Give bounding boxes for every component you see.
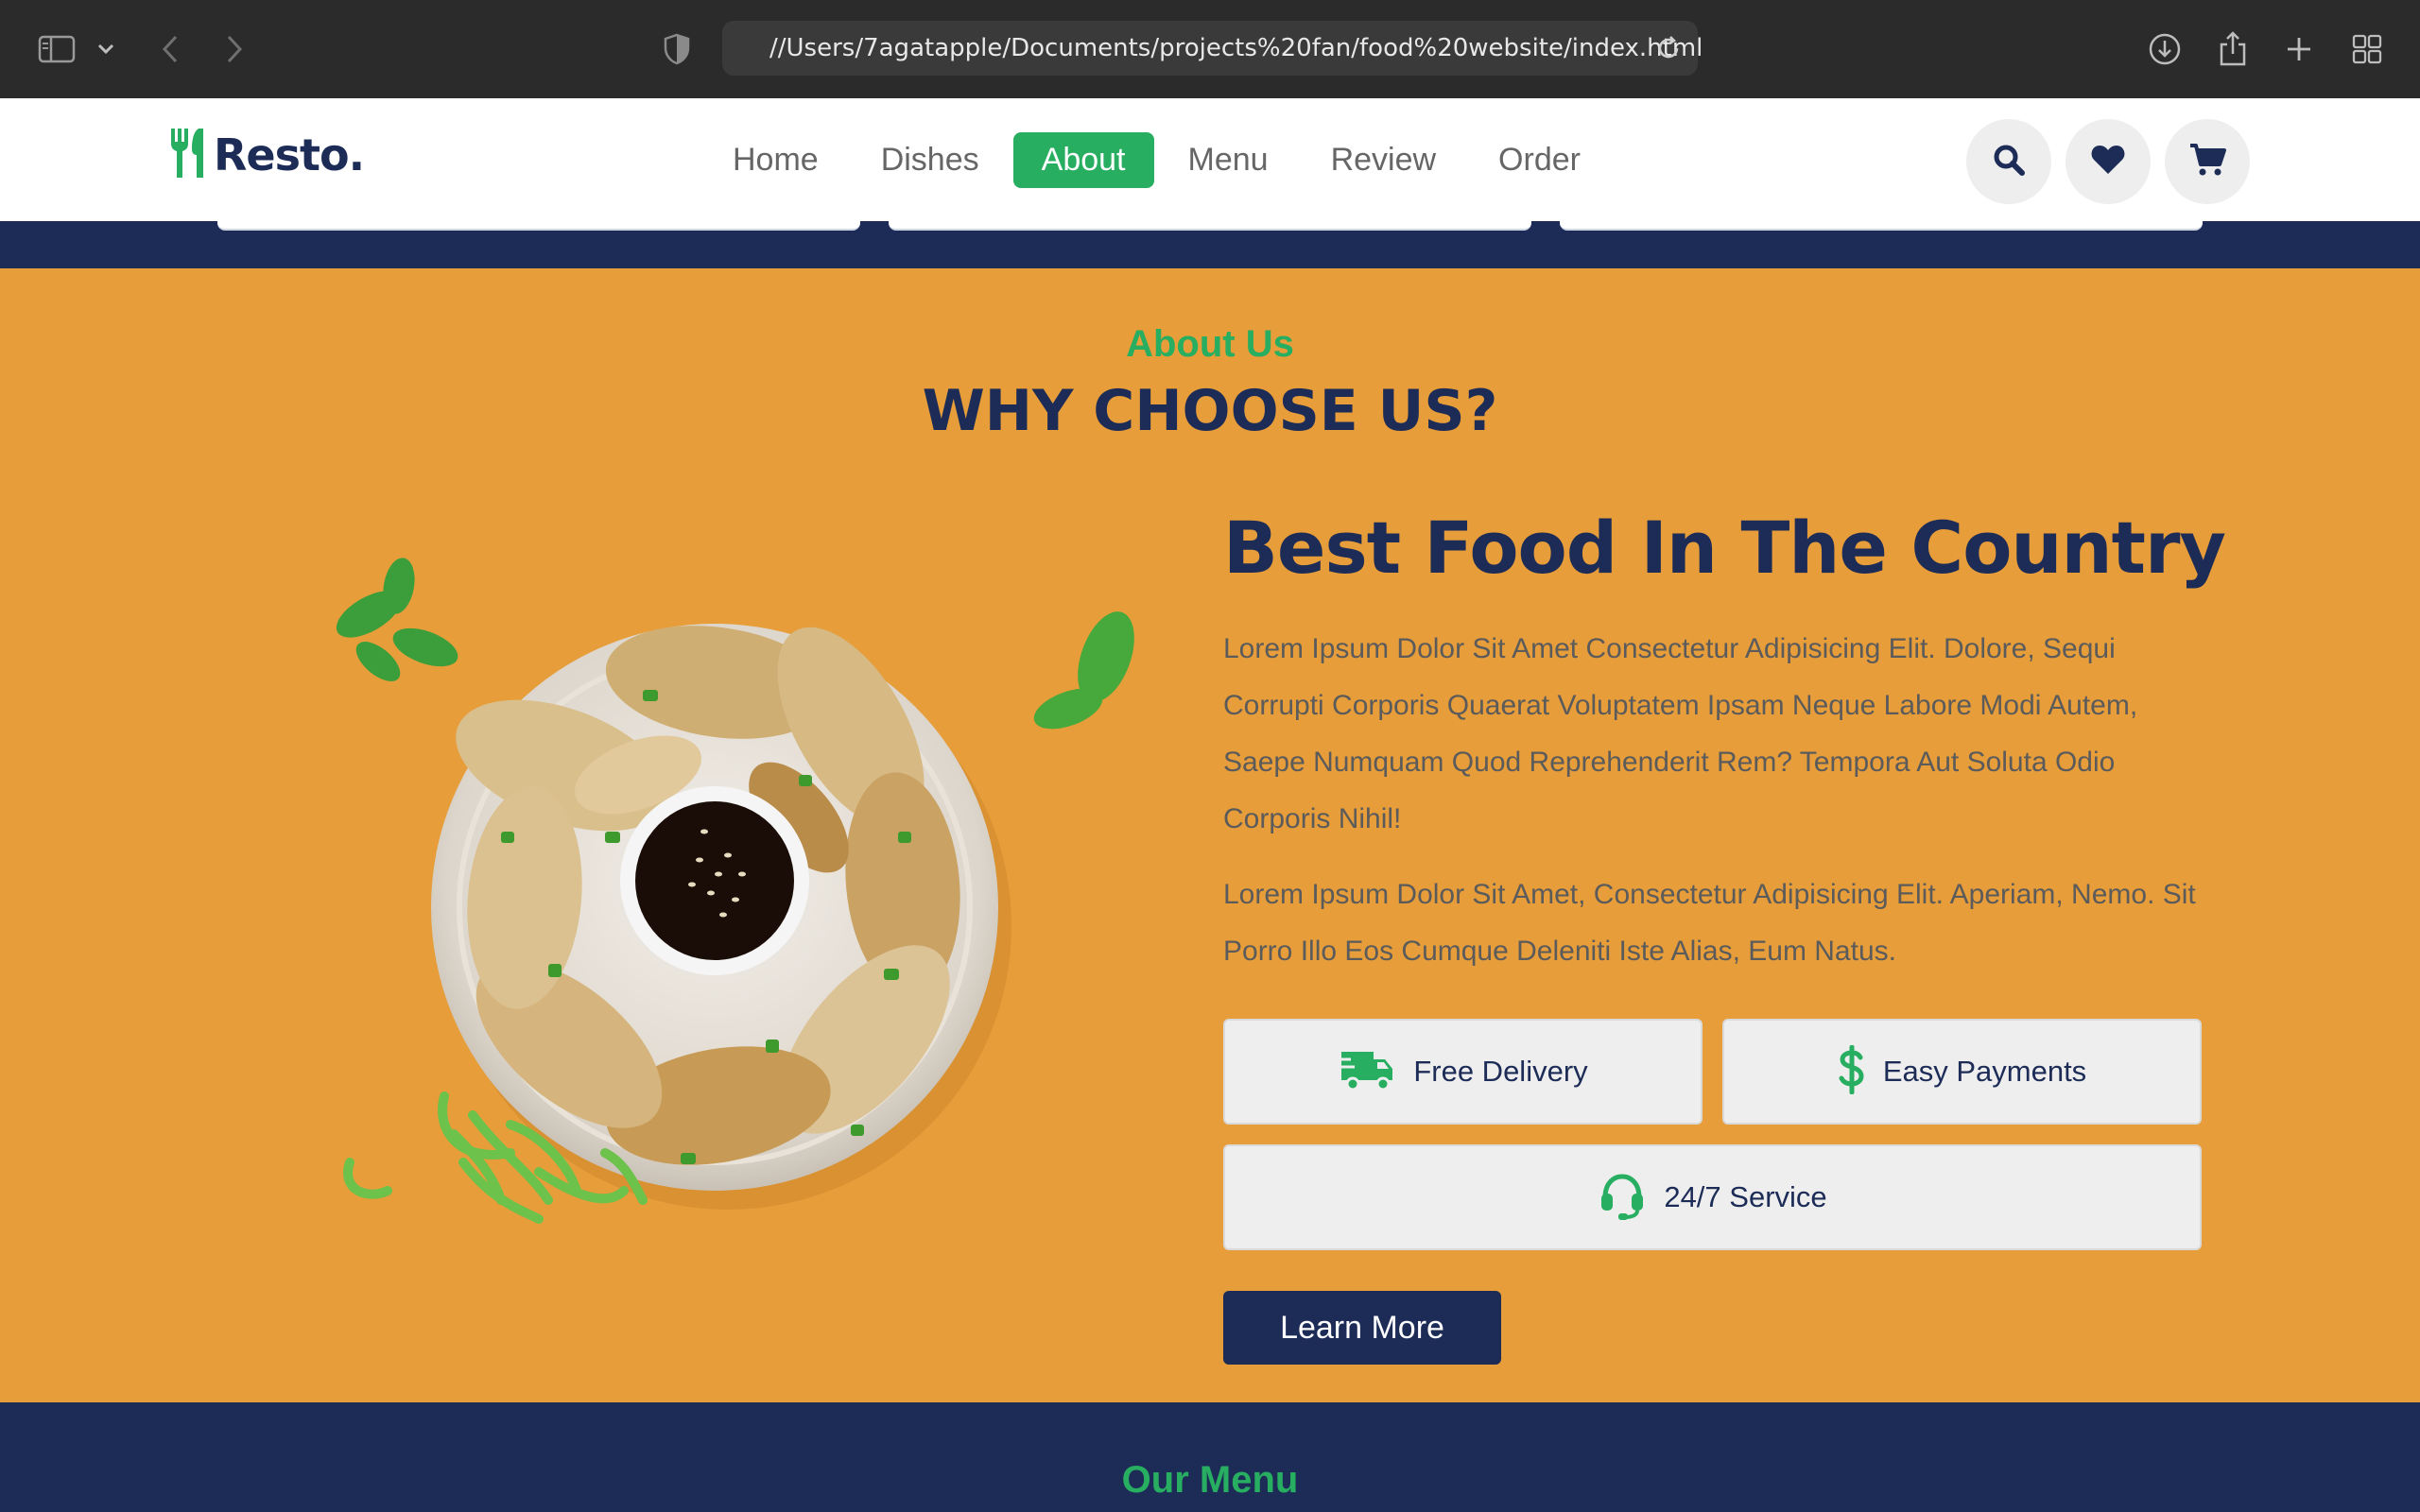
logo[interactable]: Resto. xyxy=(168,127,365,183)
feature-easy-payments: Easy Payments xyxy=(1722,1019,2202,1125)
feature-label: Free Delivery xyxy=(1413,1055,1588,1088)
about-paragraph-2: Lorem Ipsum Dolor Sit Amet, Consectetur … xyxy=(1223,879,2196,967)
heart-icon xyxy=(2090,144,2126,180)
about-paragraph-1: Lorem Ipsum Dolor Sit Amet Consectetur A… xyxy=(1223,633,2138,834)
chevron-down-icon[interactable] xyxy=(85,28,127,70)
headset-icon xyxy=(1598,1171,1647,1224)
nav-dishes[interactable]: Dishes xyxy=(853,132,1008,188)
download-icon[interactable] xyxy=(2144,28,2186,70)
about-subheading: About Us xyxy=(1126,323,1294,365)
nav-menu[interactable]: Menu xyxy=(1160,132,1297,188)
dumplings-plate-image xyxy=(321,548,1134,1247)
back-icon[interactable] xyxy=(149,28,191,70)
reload-icon[interactable] xyxy=(1654,34,1683,62)
forward-icon[interactable] xyxy=(214,28,255,70)
cart-icon xyxy=(2188,143,2226,180)
content-title: Best Food In The Country xyxy=(1223,506,2226,590)
menu-subheading: Our Menu xyxy=(1121,1459,1299,1501)
nav-order[interactable]: Order xyxy=(1470,132,1609,188)
main-nav: Home Dishes About Menu Review Order xyxy=(704,129,1615,191)
feature-free-delivery: Free Delivery xyxy=(1223,1019,1703,1125)
sidebar-toggle-icon[interactable] xyxy=(36,28,78,70)
search-button[interactable] xyxy=(1966,119,2051,204)
truck-icon xyxy=(1338,1048,1396,1095)
feature-label: 24/7 Service xyxy=(1664,1180,1827,1213)
dollar-icon xyxy=(1838,1044,1866,1098)
about-heading: WHY CHOOSE US? xyxy=(922,378,1498,444)
address-bar[interactable]: //Users/7agatapple/Documents/projects%20… xyxy=(722,21,1703,76)
url-text: //Users/7agatapple/Documents/projects%20… xyxy=(769,34,1703,62)
new-tab-icon[interactable] xyxy=(2278,28,2320,70)
cart-button[interactable] xyxy=(2165,119,2250,204)
nav-review[interactable]: Review xyxy=(1303,132,1464,188)
feature-label: Easy Payments xyxy=(1882,1055,2087,1088)
wishlist-button[interactable] xyxy=(2066,119,2151,204)
nav-about[interactable]: About xyxy=(1012,131,1154,188)
site-header: Resto. Home Dishes About Menu Review Ord… xyxy=(0,98,2420,221)
learn-more-button[interactable]: Learn More xyxy=(1223,1291,1501,1365)
browser-toolbar: //Users/7agatapple/Documents/projects%20… xyxy=(0,0,2420,98)
logo-text: Resto. xyxy=(214,129,365,180)
nav-home[interactable]: Home xyxy=(704,132,847,188)
dish-card-edge xyxy=(1560,221,2203,231)
utensils-icon xyxy=(168,127,210,183)
tab-overview-icon[interactable] xyxy=(2346,28,2388,70)
dish-card-edge xyxy=(217,221,860,231)
shield-icon[interactable] xyxy=(656,28,698,70)
share-icon[interactable] xyxy=(2212,28,2254,70)
search-icon xyxy=(1992,143,2026,180)
feature-24-7-service: 24/7 Service xyxy=(1223,1144,2202,1250)
dish-card-edge xyxy=(889,221,1531,231)
